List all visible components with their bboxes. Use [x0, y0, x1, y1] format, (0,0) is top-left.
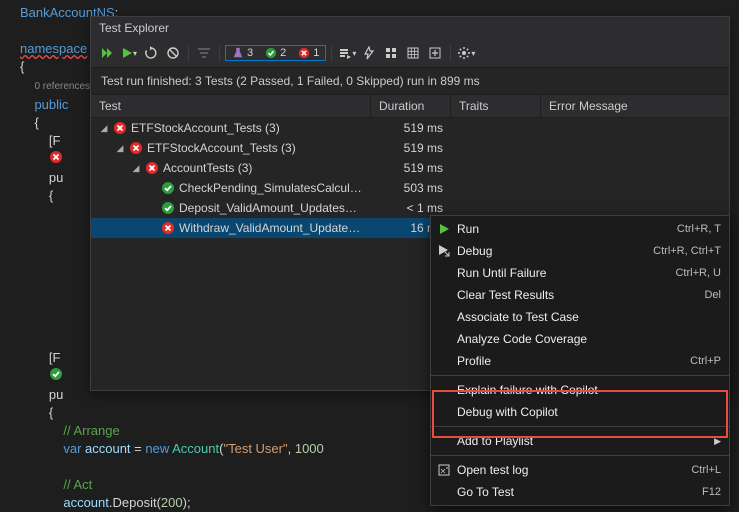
menu-item-profile[interactable]: ProfileCtrl+P [431, 350, 729, 372]
submenu-arrow-icon: ▶ [714, 436, 721, 447]
menu-shortcut: Ctrl+L [691, 464, 721, 476]
menu-label: Go To Test [457, 485, 702, 499]
log-icon [431, 463, 457, 477]
test-name: Withdraw_ValidAmount_Update… [179, 221, 360, 235]
chevron-down-icon: ◢ [131, 163, 141, 174]
test-name: AccountTests (3) [163, 161, 252, 175]
test-name: ETFStockAccount_Tests (3) [147, 141, 296, 155]
menu-label: Open test log [457, 463, 691, 477]
columns-button[interactable] [403, 43, 423, 63]
run-all-button[interactable] [97, 43, 117, 63]
group-button[interactable] [381, 43, 401, 63]
test-row[interactable]: ◢ ETFStockAccount_Tests (3) 519 ms [91, 118, 729, 138]
menu-label: Profile [457, 354, 690, 368]
menu-label: Add to Playlist [457, 434, 708, 448]
play-icon [431, 223, 457, 235]
auto-run-button[interactable] [359, 43, 379, 63]
menu-label: Debug with Copilot [457, 405, 721, 419]
test-row[interactable]: ◢ AccountTests (3) 519 ms [91, 158, 729, 178]
menu-item-go-to-test[interactable]: Go To TestF12 [431, 481, 729, 503]
menu-item-explain-failure-with-copilot[interactable]: Explain failure with Copilot [431, 379, 729, 401]
header-duration[interactable]: Duration [371, 95, 451, 117]
settings-button[interactable]: ▾ [456, 43, 476, 63]
repeat-button[interactable] [141, 43, 161, 63]
menu-label: Debug [457, 244, 653, 258]
toolbar: ▾ 3 2 1 ▾ ▾ [91, 39, 729, 68]
test-duration: < 1 ms [371, 201, 451, 215]
debug-icon [431, 244, 457, 258]
menu-item-debug[interactable]: DebugCtrl+R, Ctrl+T [431, 240, 729, 262]
menu-shortcut: F12 [702, 486, 721, 498]
menu-label: Analyze Code Coverage [457, 332, 721, 346]
test-duration: 519 ms [371, 141, 451, 155]
menu-item-debug-with-copilot[interactable]: Debug with Copilot [431, 401, 729, 423]
status-line: Test run finished: 3 Tests (2 Passed, 1 … [91, 68, 729, 95]
counter-fail[interactable]: 1 [292, 46, 325, 60]
menu-shortcut: Ctrl+P [690, 355, 721, 367]
menu-item-open-test-log[interactable]: Open test logCtrl+L [431, 459, 729, 481]
grid-header: Test Duration Traits Error Message [91, 95, 729, 118]
chevron-down-icon: ◢ [115, 143, 125, 154]
test-duration: 503 ms [371, 181, 451, 195]
menu-shortcut: Ctrl+R, T [677, 223, 721, 235]
test-row[interactable]: CheckPending_SimulatesCalcul… 503 ms [91, 178, 729, 198]
menu-shortcut: Ctrl+R, U [675, 267, 721, 279]
playlist-button[interactable]: ▾ [337, 43, 357, 63]
test-duration: 519 ms [371, 161, 451, 175]
context-menu: RunCtrl+R, TDebugCtrl+R, Ctrl+TRun Until… [430, 215, 730, 506]
header-test[interactable]: Test [91, 95, 371, 117]
menu-item-run-until-failure[interactable]: Run Until FailureCtrl+R, U [431, 262, 729, 284]
chevron-down-icon: ◢ [99, 123, 109, 134]
expand-button[interactable] [425, 43, 445, 63]
menu-item-clear-test-results[interactable]: Clear Test ResultsDel [431, 284, 729, 306]
test-row[interactable]: ◢ ETFStockAccount_Tests (3) 519 ms [91, 138, 729, 158]
menu-label: Clear Test Results [457, 288, 704, 302]
test-name: ETFStockAccount_Tests (3) [131, 121, 280, 135]
menu-label: Run [457, 222, 677, 236]
menu-shortcut: Del [704, 289, 721, 301]
menu-item-run[interactable]: RunCtrl+R, T [431, 218, 729, 240]
header-traits[interactable]: Traits [451, 95, 541, 117]
menu-item-associate-to-test-case[interactable]: Associate to Test Case [431, 306, 729, 328]
menu-label: Associate to Test Case [457, 310, 721, 324]
filter-button[interactable] [194, 43, 214, 63]
menu-item-analyze-code-coverage[interactable]: Analyze Code Coverage [431, 328, 729, 350]
clear-button[interactable] [163, 43, 183, 63]
header-error[interactable]: Error Message [541, 95, 729, 117]
menu-label: Run Until Failure [457, 266, 675, 280]
menu-item-add-to-playlist[interactable]: Add to Playlist ▶ [431, 430, 729, 452]
test-name: CheckPending_SimulatesCalcul… [179, 181, 362, 195]
counter-total[interactable]: 3 [226, 46, 259, 60]
test-name: Deposit_ValidAmount_Updates… [179, 201, 357, 215]
menu-shortcut: Ctrl+R, Ctrl+T [653, 245, 721, 257]
panel-title: Test Explorer [91, 17, 729, 39]
test-duration: 519 ms [371, 121, 451, 135]
test-counters: 3 2 1 [225, 45, 326, 61]
run-button[interactable]: ▾ [119, 43, 139, 63]
menu-label: Explain failure with Copilot [457, 383, 721, 397]
counter-pass[interactable]: 2 [259, 46, 292, 60]
